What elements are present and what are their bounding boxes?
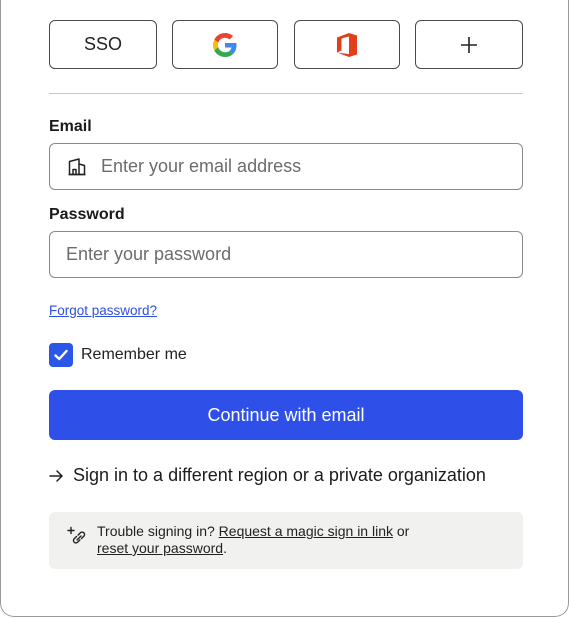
region-link-label: Sign in to a different region or a priva…	[73, 465, 486, 485]
password-label: Password	[49, 206, 125, 223]
login-card: SSO Email Enter your email address Passw…	[0, 0, 569, 617]
magic-link-link[interactable]: Request a magic sign in link	[219, 523, 393, 539]
check-icon	[54, 349, 68, 361]
forgot-password-link[interactable]: Forgot password?	[49, 303, 157, 318]
trouble-signing-in-box: Trouble signing in? Request a magic sign…	[49, 512, 523, 569]
help-middle: or	[392, 523, 410, 539]
office-button[interactable]	[293, 20, 400, 69]
email-label: Email	[49, 118, 92, 135]
google-icon	[213, 32, 237, 57]
office-icon	[336, 32, 358, 58]
sign-in-providers: SSO	[49, 20, 523, 70]
arrow-right-icon	[49, 469, 64, 483]
help-suffix: .	[223, 540, 227, 556]
divider	[49, 93, 523, 94]
different-region-link[interactable]: Sign in to a different region or a priva…	[49, 465, 486, 486]
remember-me-label: Remember me	[81, 346, 187, 363]
more-providers-button[interactable]	[414, 20, 523, 69]
sso-label: SSO	[83, 34, 122, 54]
password-input[interactable]	[66, 232, 522, 277]
sso-button[interactable]: SSO	[49, 20, 157, 69]
email-input[interactable]	[101, 144, 522, 189]
building-icon	[67, 157, 87, 177]
continue-with-email-button[interactable]: Continue with email	[49, 390, 523, 440]
checkbox-checked[interactable]	[49, 343, 73, 367]
google-button[interactable]	[172, 20, 279, 69]
sparkle-link-icon	[67, 526, 87, 546]
help-text: Trouble signing in? Request a magic sign…	[97, 523, 437, 557]
password-field[interactable]	[49, 231, 523, 278]
continue-button-label: Continue with email	[207, 404, 365, 425]
help-prefix: Trouble signing in?	[97, 523, 219, 539]
remember-me-checkbox[interactable]: Remember me	[49, 343, 187, 367]
reset-password-link[interactable]: reset your password	[97, 540, 223, 556]
email-field[interactable]	[49, 143, 523, 190]
plus-icon	[459, 35, 479, 55]
